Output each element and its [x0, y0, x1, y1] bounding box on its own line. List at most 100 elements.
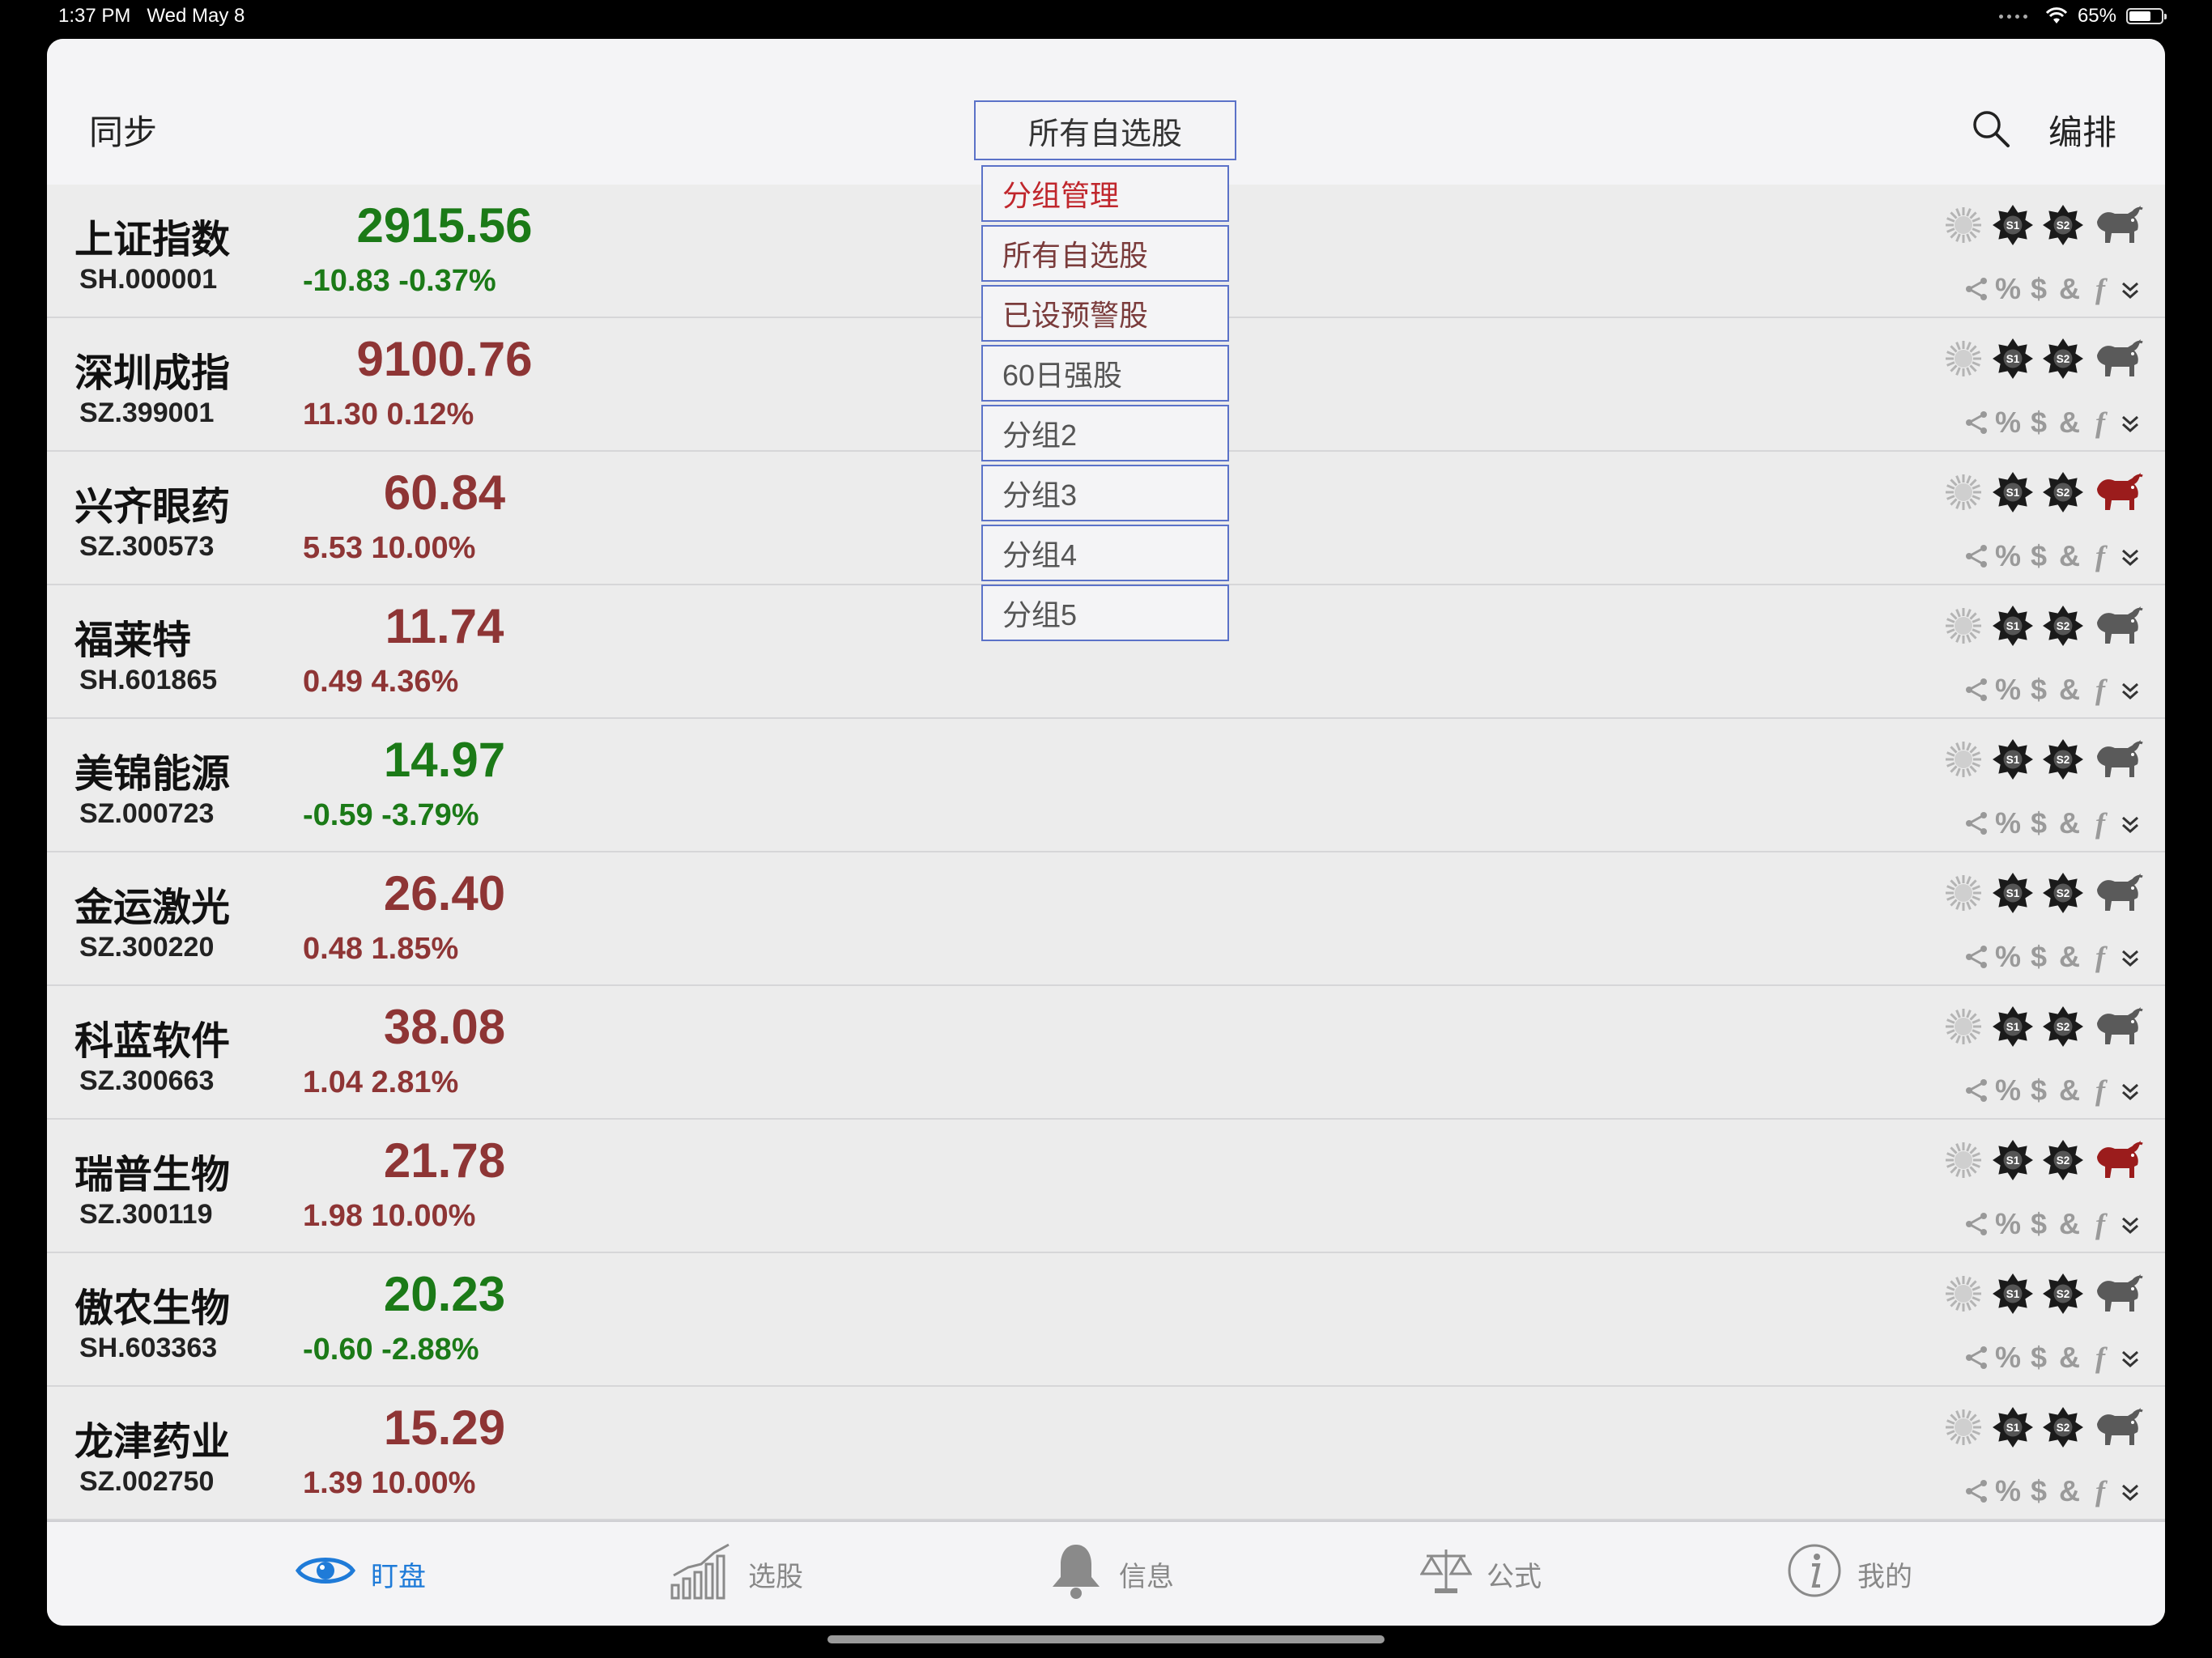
sun-icon[interactable]: [1943, 1407, 1984, 1448]
dollar-icon[interactable]: $: [2026, 940, 2052, 974]
ampersand-icon[interactable]: &: [2057, 673, 2082, 707]
dollar-icon[interactable]: $: [2026, 1474, 2052, 1508]
s2-badge-icon[interactable]: S2: [2042, 471, 2084, 513]
f-icon[interactable]: f: [2087, 1341, 2113, 1375]
bull-icon[interactable]: [2092, 1005, 2144, 1048]
s1-badge-icon[interactable]: S1: [1992, 605, 2034, 647]
bull-icon[interactable]: [2092, 738, 2144, 780]
share-icon[interactable]: [1963, 1077, 1990, 1104]
bull-icon[interactable]: [2092, 1273, 2144, 1315]
s2-badge-icon[interactable]: S2: [2042, 204, 2084, 246]
double-chevron-down-icon[interactable]: [2118, 275, 2144, 303]
s2-badge-icon[interactable]: S2: [2042, 1005, 2084, 1048]
f-icon[interactable]: f: [2087, 1474, 2113, 1508]
sun-icon[interactable]: [1943, 606, 1984, 646]
f-icon[interactable]: f: [2087, 539, 2113, 573]
percent-icon[interactable]: %: [1995, 539, 2021, 573]
dollar-icon[interactable]: $: [2026, 673, 2052, 707]
stock-row[interactable]: 瑞普生物 SZ.300119 21.78 1.98 10.00% S1 S2 %…: [47, 1120, 2165, 1253]
stock-row[interactable]: 美锦能源 SZ.000723 14.97 -0.59 -3.79% S1 S2 …: [47, 719, 2165, 852]
search-icon[interactable]: [1971, 108, 2011, 149]
s2-badge-icon[interactable]: S2: [2042, 1406, 2084, 1448]
ampersand-icon[interactable]: &: [2057, 1207, 2082, 1241]
f-icon[interactable]: f: [2087, 406, 2113, 440]
s1-badge-icon[interactable]: S1: [1992, 204, 2034, 246]
percent-icon[interactable]: %: [1995, 1207, 2021, 1241]
double-chevron-down-icon[interactable]: [2118, 1477, 2144, 1505]
ampersand-icon[interactable]: &: [2057, 539, 2082, 573]
tab-eye[interactable]: 盯盘: [295, 1541, 426, 1606]
dollar-icon[interactable]: $: [2026, 1073, 2052, 1107]
double-chevron-down-icon[interactable]: [2118, 409, 2144, 436]
share-icon[interactable]: [1963, 275, 1990, 303]
s1-badge-icon[interactable]: S1: [1992, 872, 2034, 914]
bull-icon[interactable]: [2092, 471, 2144, 513]
dropdown-item[interactable]: 分组管理: [981, 165, 1229, 222]
percent-icon[interactable]: %: [1995, 1341, 2021, 1375]
percent-icon[interactable]: %: [1995, 272, 2021, 306]
sun-icon[interactable]: [1943, 1273, 1984, 1314]
percent-icon[interactable]: %: [1995, 1073, 2021, 1107]
dollar-icon[interactable]: $: [2026, 539, 2052, 573]
percent-icon[interactable]: %: [1995, 940, 2021, 974]
sun-icon[interactable]: [1943, 1140, 1984, 1180]
double-chevron-down-icon[interactable]: [2118, 1344, 2144, 1371]
tab-scales[interactable]: 公式: [1419, 1541, 1542, 1606]
s2-badge-icon[interactable]: S2: [2042, 872, 2084, 914]
sun-icon[interactable]: [1943, 205, 1984, 245]
s1-badge-icon[interactable]: S1: [1992, 1406, 2034, 1448]
share-icon[interactable]: [1963, 810, 1990, 837]
s2-badge-icon[interactable]: S2: [2042, 1273, 2084, 1315]
share-icon[interactable]: [1963, 1210, 1990, 1238]
dropdown-item[interactable]: 分组4: [981, 525, 1229, 581]
dropdown-item[interactable]: 分组5: [981, 585, 1229, 641]
tab-chart[interactable]: 选股: [669, 1541, 803, 1606]
sun-icon[interactable]: [1943, 1006, 1984, 1047]
s1-badge-icon[interactable]: S1: [1992, 1139, 2034, 1181]
f-icon[interactable]: f: [2087, 1207, 2113, 1241]
share-icon[interactable]: [1963, 676, 1990, 704]
dollar-icon[interactable]: $: [2026, 806, 2052, 840]
double-chevron-down-icon[interactable]: [2118, 1210, 2144, 1238]
s2-badge-icon[interactable]: S2: [2042, 738, 2084, 780]
dollar-icon[interactable]: $: [2026, 406, 2052, 440]
stock-row[interactable]: 科蓝软件 SZ.300663 38.08 1.04 2.81% S1 S2 % …: [47, 986, 2165, 1120]
dropdown-item[interactable]: 已设预警股: [981, 285, 1229, 342]
ampersand-icon[interactable]: &: [2057, 1341, 2082, 1375]
ampersand-icon[interactable]: &: [2057, 272, 2082, 306]
bull-icon[interactable]: [2092, 605, 2144, 647]
bull-icon[interactable]: [2092, 1406, 2144, 1448]
f-icon[interactable]: f: [2087, 272, 2113, 306]
s1-badge-icon[interactable]: S1: [1992, 471, 2034, 513]
f-icon[interactable]: f: [2087, 1073, 2113, 1107]
s1-badge-icon[interactable]: S1: [1992, 738, 2034, 780]
share-icon[interactable]: [1963, 1477, 1990, 1505]
bull-icon[interactable]: [2092, 872, 2144, 914]
sun-icon[interactable]: [1943, 472, 1984, 512]
ampersand-icon[interactable]: &: [2057, 1073, 2082, 1107]
s2-badge-icon[interactable]: S2: [2042, 1139, 2084, 1181]
share-icon[interactable]: [1963, 1344, 1990, 1371]
double-chevron-down-icon[interactable]: [2118, 810, 2144, 837]
tab-info[interactable]: 我的: [1786, 1541, 1912, 1606]
ampersand-icon[interactable]: &: [2057, 1474, 2082, 1508]
f-icon[interactable]: f: [2087, 940, 2113, 974]
sun-icon[interactable]: [1943, 338, 1984, 379]
share-icon[interactable]: [1963, 542, 1990, 570]
percent-icon[interactable]: %: [1995, 1474, 2021, 1508]
ampersand-icon[interactable]: &: [2057, 406, 2082, 440]
group-selector-button[interactable]: 所有自选股: [974, 100, 1236, 160]
sun-icon[interactable]: [1943, 873, 1984, 913]
double-chevron-down-icon[interactable]: [2118, 676, 2144, 704]
bull-icon[interactable]: [2092, 338, 2144, 380]
dollar-icon[interactable]: $: [2026, 272, 2052, 306]
home-indicator[interactable]: [827, 1635, 1385, 1643]
percent-icon[interactable]: %: [1995, 806, 2021, 840]
ampersand-icon[interactable]: &: [2057, 940, 2082, 974]
stock-row[interactable]: 金运激光 SZ.300220 26.40 0.48 1.85% S1 S2 % …: [47, 852, 2165, 986]
dollar-icon[interactable]: $: [2026, 1207, 2052, 1241]
stock-row[interactable]: 傲农生物 SH.603363 20.23 -0.60 -2.88% S1 S2 …: [47, 1253, 2165, 1387]
dropdown-item[interactable]: 60日强股: [981, 345, 1229, 402]
s1-badge-icon[interactable]: S1: [1992, 1273, 2034, 1315]
double-chevron-down-icon[interactable]: [2118, 943, 2144, 971]
